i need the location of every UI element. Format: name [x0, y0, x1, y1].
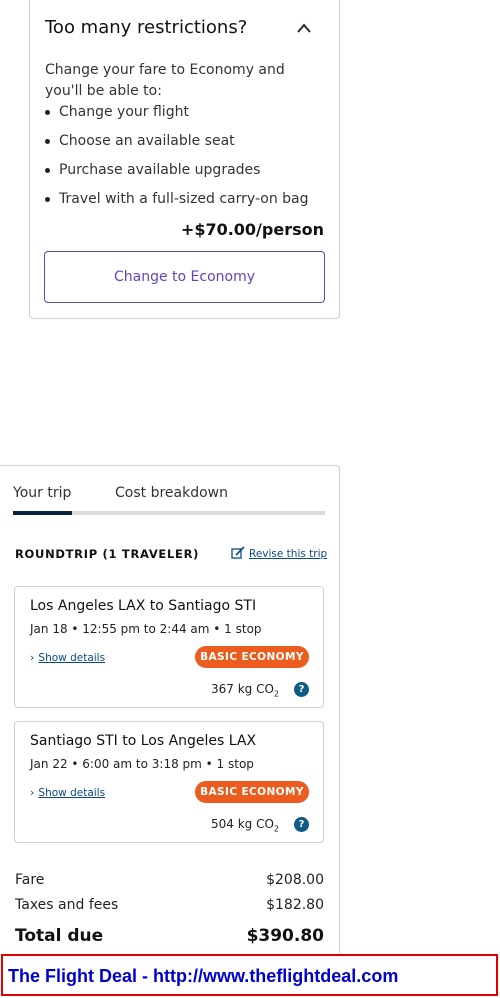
chevron-up-icon[interactable] — [296, 22, 312, 34]
tab-your-trip[interactable]: Your trip — [13, 485, 71, 501]
upgrade-price: +$70.00/person — [180, 220, 324, 239]
fare-class-badge: BASIC ECONOMY — [195, 646, 309, 668]
revise-trip-link[interactable]: Revise this trip — [231, 546, 327, 560]
segment-times: Jan 22 • 6:00 am to 3:18 pm • 1 stop — [30, 757, 254, 771]
show-details-link[interactable]: › Show details — [30, 786, 105, 799]
chevron-right-icon: › — [30, 786, 35, 799]
co2-subscript: 2 — [273, 689, 279, 699]
tab-cost-breakdown[interactable]: Cost breakdown — [115, 485, 228, 501]
co2-emissions: 504 kg CO2 — [211, 817, 279, 833]
co2-emissions: 367 kg CO2 — [211, 682, 279, 698]
help-icon[interactable]: ? — [294, 817, 309, 832]
taxes-amount: $182.80 — [266, 897, 324, 913]
change-to-economy-button[interactable]: Change to Economy — [44, 251, 325, 303]
help-icon[interactable]: ? — [294, 682, 309, 697]
benefit-item: Purchase available upgrades — [45, 160, 309, 189]
fare-amount: $208.00 — [266, 872, 324, 888]
revise-trip-label: Revise this trip — [249, 548, 328, 560]
benefit-item: Change your flight — [45, 102, 309, 131]
flight-segment-card: Los Angeles LAX to Santiago STI Jan 18 •… — [14, 586, 324, 708]
co2-subscript: 2 — [273, 824, 279, 834]
show-details-link[interactable]: › Show details — [30, 651, 105, 664]
flight-segment-card: Santiago STI to Los Angeles LAX Jan 22 •… — [14, 721, 324, 843]
segment-times: Jan 18 • 12:55 pm to 2:44 am • 1 stop — [30, 622, 262, 636]
total-label: Total due — [15, 926, 104, 946]
segment-route: Santiago STI to Los Angeles LAX — [30, 733, 257, 749]
segment-route: Los Angeles LAX to Santiago STI — [30, 598, 257, 614]
co2-value: 367 kg CO — [210, 682, 274, 696]
total-row: Total due $390.80 — [15, 926, 324, 946]
fare-class-badge: BASIC ECONOMY — [195, 781, 309, 803]
watermark-banner: The Flight Deal - http://www.theflightde… — [1, 954, 498, 996]
show-details-label: Show details — [38, 787, 106, 799]
show-details-label: Show details — [38, 652, 106, 664]
roundtrip-label: ROUNDTRIP (1 TRAVELER) — [15, 547, 200, 561]
edit-icon — [231, 546, 245, 559]
benefit-item: Travel with a full-sized carry-on bag — [45, 189, 309, 218]
fare-label: Fare — [15, 872, 45, 888]
taxes-row: Taxes and fees $182.80 — [15, 897, 324, 913]
total-amount: $390.80 — [246, 926, 324, 946]
chevron-right-icon: › — [30, 651, 35, 664]
co2-value: 504 kg CO — [210, 817, 274, 831]
upgrade-card-intro: Change your fare to Economy and you'll b… — [45, 62, 285, 99]
banner-text: The Flight Deal - http://www.theflightde… — [8, 966, 399, 986]
active-tab-indicator — [13, 511, 72, 515]
benefits-list: Change your flight Choose an available s… — [45, 102, 309, 218]
taxes-label: Taxes and fees — [15, 897, 119, 913]
benefit-item: Choose an available seat — [45, 131, 309, 160]
trip-summary-panel: Your trip Cost breakdown ROUNDTRIP (1 TR… — [0, 465, 340, 975]
fare-row: Fare $208.00 — [15, 872, 324, 888]
upgrade-fare-card: Too many restrictions? Change your fare … — [29, 0, 340, 319]
upgrade-card-title: Too many restrictions? — [45, 17, 248, 38]
